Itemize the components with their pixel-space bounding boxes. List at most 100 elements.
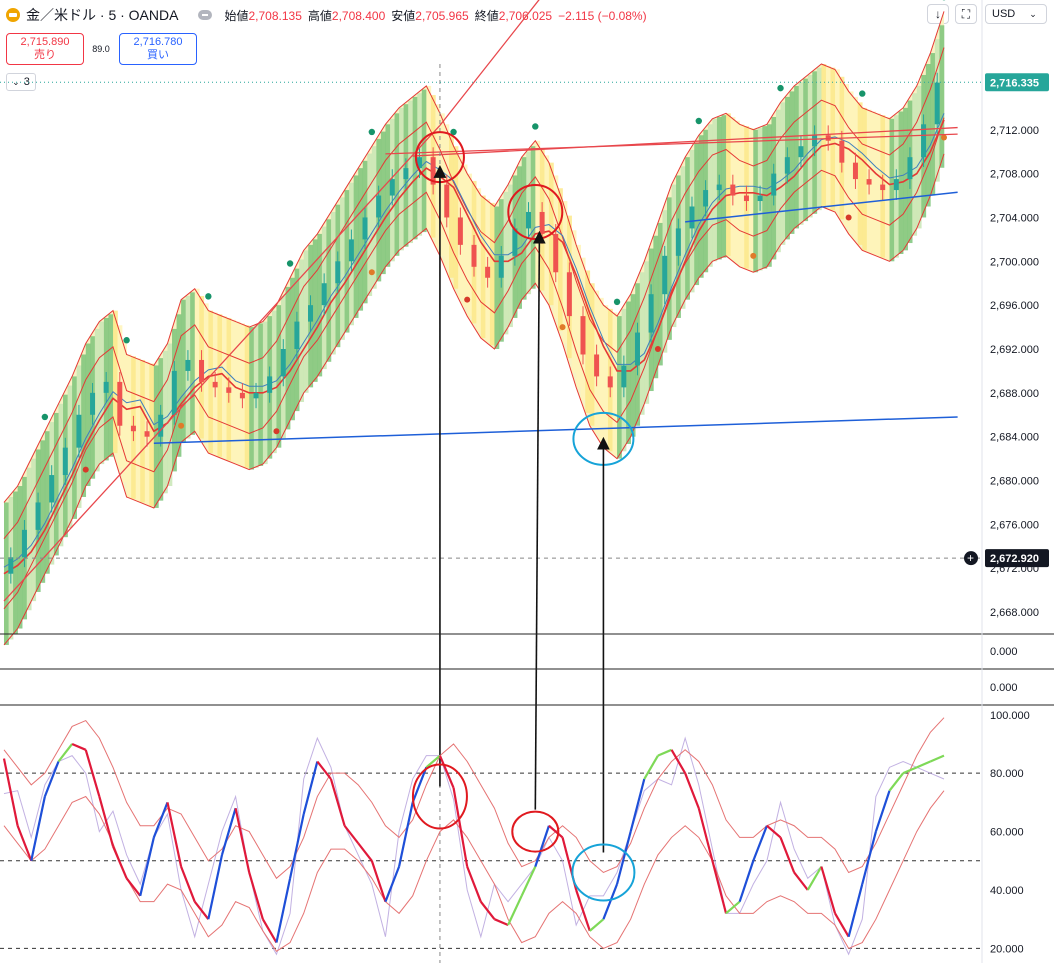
band-stripe (371, 146, 377, 289)
osc-main-segment (629, 778, 646, 832)
band-stripe (453, 146, 459, 289)
signal-dot-top (777, 84, 784, 92)
band-stripe (794, 85, 799, 229)
signal-dot-top (613, 298, 621, 306)
candle-body (444, 184, 450, 218)
price-tick-label: 2,692.000 (990, 344, 1039, 356)
signal-dot-top (695, 117, 702, 125)
band-stripe (67, 385, 73, 529)
osc-main-segment (820, 866, 837, 914)
candle-body (185, 359, 191, 371)
band-stripe (835, 69, 840, 212)
signal-dot-bottom (82, 466, 89, 473)
band-stripe (358, 168, 364, 311)
band-stripe (862, 107, 868, 251)
band-stripe (426, 85, 432, 229)
candle-body (294, 321, 300, 349)
band-stripe (521, 157, 527, 300)
trendline-red-steep[interactable] (439, 0, 549, 126)
candle-body (703, 190, 709, 207)
band-stripe (353, 175, 359, 318)
band-stripe (258, 323, 264, 466)
crosshair-plus-glyph: + (967, 551, 974, 565)
band-stripe (449, 135, 454, 278)
price-tick-label: 2,684.000 (990, 432, 1039, 444)
band-stripe (753, 129, 759, 273)
osc-main-segment (152, 801, 169, 838)
band-stripe (517, 166, 522, 309)
trendline-red-upper[interactable] (3, 124, 441, 602)
candle-body (866, 179, 872, 185)
band-stripe (326, 219, 332, 362)
osc-main-segment (711, 860, 728, 914)
candle-body (566, 272, 572, 317)
signal-dot-bottom (559, 324, 566, 331)
band-stripe (807, 74, 813, 218)
osc-main-segment (261, 918, 278, 944)
band-stripe (421, 89, 427, 233)
osc-main-segment (207, 854, 224, 920)
candle-body (130, 425, 136, 432)
band-stripe (140, 359, 146, 503)
band-stripe (99, 321, 105, 465)
price-tick-label: 2,700.000 (990, 256, 1039, 268)
band-stripe (639, 272, 645, 415)
candle-body (852, 162, 858, 180)
band-stripe (31, 458, 37, 602)
band-stripe (889, 118, 895, 262)
chart-canvas[interactable]: 2,712.000 2,708.000 2,704.000 2,700.000 2,69… (0, 0, 1054, 963)
band-stripe (17, 486, 23, 629)
band-stripe (194, 288, 200, 432)
band-stripe (576, 244, 582, 388)
band-stripe (285, 286, 291, 430)
band-stripe (789, 91, 795, 234)
band-stripe (249, 327, 255, 470)
band-stripe (340, 197, 345, 340)
candle-body (716, 184, 722, 191)
band-stripe (685, 157, 691, 300)
signal-dot-bottom (464, 296, 471, 303)
band-stripe (94, 328, 100, 472)
signal-dot-bottom (654, 346, 661, 352)
signal-dot-bottom (273, 428, 280, 435)
band-stripe (721, 115, 727, 258)
candle-body (117, 381, 123, 426)
band-stripe (762, 126, 768, 269)
osc-main-segment (615, 831, 632, 885)
osc-main-segment (452, 787, 469, 867)
band-stripe (489, 202, 495, 346)
osc-main-segment (657, 748, 672, 757)
price-axis: 2,712.000 2,708.000 2,704.000 2,700.000 2,69… (964, 73, 1049, 955)
band-stripe (671, 184, 677, 328)
candle-body (253, 392, 259, 399)
band-stripe (494, 206, 500, 349)
signal-dot-bottom (750, 252, 757, 259)
band-stripe (108, 314, 114, 457)
candle-body (594, 354, 600, 377)
candle-body (771, 173, 777, 196)
osc-main-segment (643, 755, 659, 780)
candle-body (389, 179, 395, 196)
signal-dot-bottom (368, 269, 375, 276)
candle-body (880, 184, 886, 191)
candle-body (934, 82, 940, 125)
candle-body (457, 217, 463, 245)
price-tick-label: 2,696.000 (990, 300, 1039, 312)
band-stripe (412, 96, 418, 240)
candle-body (675, 228, 681, 256)
band-stripe (884, 116, 890, 260)
band-stripe (617, 316, 622, 459)
candle-body (498, 255, 504, 278)
osc-tick-label: 80.000 (990, 768, 1024, 780)
osc-main-segment (725, 900, 741, 915)
osc-main-segment (847, 883, 864, 937)
band-stripe (653, 235, 659, 379)
signal-dot-top (41, 413, 49, 421)
band-stripe (930, 53, 936, 196)
band-stripe (912, 93, 918, 236)
band-stripe (603, 305, 609, 448)
oscillator-pane (0, 717, 982, 956)
signal-dot-bottom (178, 422, 185, 429)
candle-body (62, 447, 68, 476)
band-stripe (707, 124, 713, 267)
